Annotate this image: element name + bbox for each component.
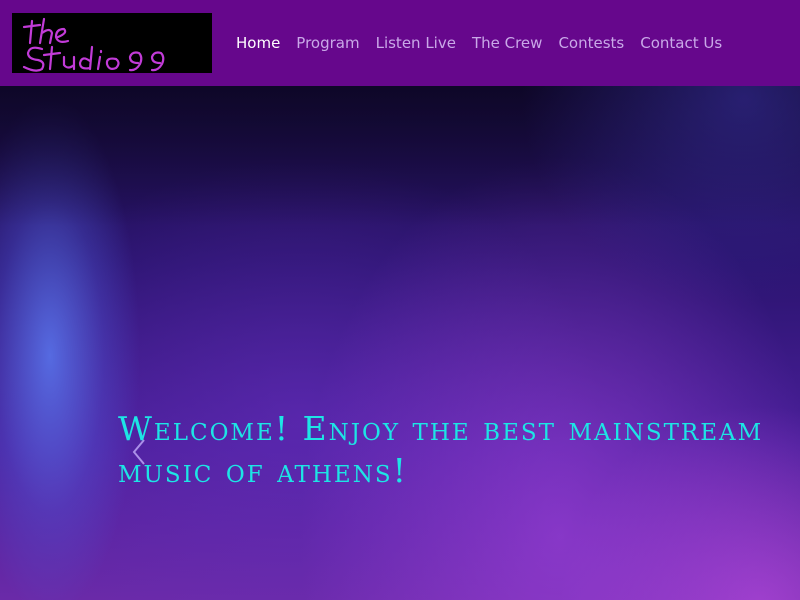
studio99-logo-graphic xyxy=(22,17,165,72)
nav-item-home[interactable]: Home xyxy=(236,34,288,52)
carousel-prev-button[interactable] xyxy=(128,434,152,470)
hero-carousel: Welcome! Enjoy the best mainstream music… xyxy=(0,86,800,600)
nav-item-the-crew[interactable]: The Crew xyxy=(464,34,550,52)
nav-item-contests[interactable]: Contests xyxy=(550,34,632,52)
nav-item-program[interactable]: Program xyxy=(288,34,367,52)
nav-item-listen-live[interactable]: Listen Live xyxy=(368,34,464,52)
chevron-left-icon xyxy=(128,434,152,470)
main-nav: Home Program Listen Live The Crew Contes… xyxy=(236,0,730,86)
nav-item-contact-us[interactable]: Contact Us xyxy=(632,34,730,52)
site-logo[interactable] xyxy=(12,13,212,73)
hero-background-light xyxy=(520,86,800,306)
hero-caption: Welcome! Enjoy the best mainstream music… xyxy=(118,409,764,490)
navbar: Home Program Listen Live The Crew Contes… xyxy=(0,0,800,86)
